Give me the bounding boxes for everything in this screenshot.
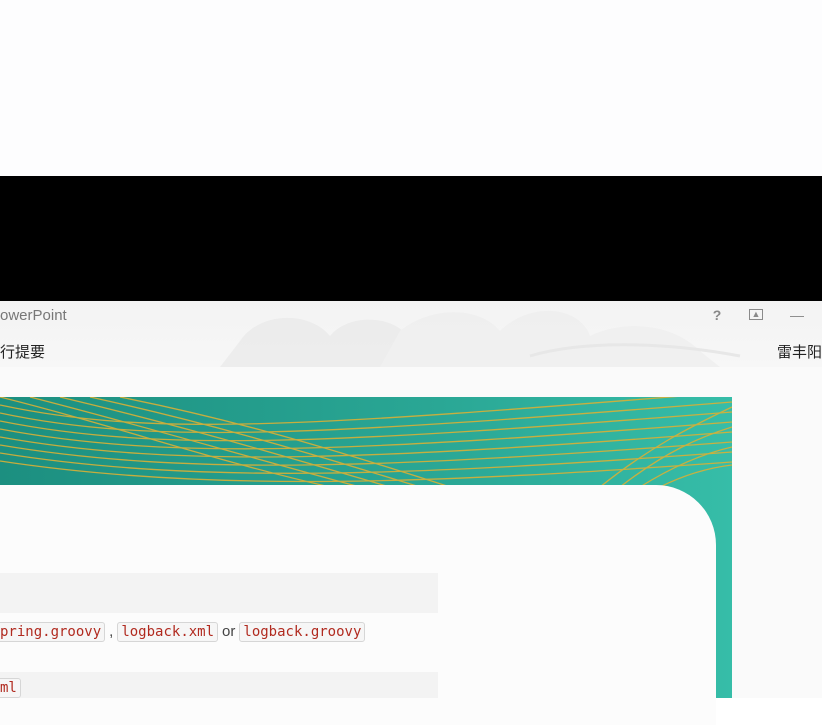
- cloud-decoration: [220, 310, 741, 367]
- code-span: logback.groovy: [239, 622, 366, 642]
- code-block-row: [0, 573, 438, 613]
- help-icon[interactable]: ?: [709, 307, 725, 323]
- signed-in-user[interactable]: 雷丰阳: [777, 341, 822, 362]
- code-span: logback.xml: [117, 622, 219, 642]
- ribbon-display-options-icon[interactable]: ▲: [749, 309, 763, 320]
- separator-text: ,: [109, 623, 114, 640]
- desktop-background: [0, 0, 822, 176]
- code-span: ml: [0, 678, 21, 698]
- ribbon-header: [0, 301, 822, 367]
- config-file-line: ml: [0, 678, 21, 698]
- minimize-icon[interactable]: —: [790, 307, 804, 323]
- redaction-band: [0, 176, 822, 301]
- code-span: pring.groovy: [0, 622, 106, 642]
- ribbon-tab-label[interactable]: 行提要: [0, 341, 45, 362]
- code-block-row: [0, 672, 438, 698]
- separator-text: or: [222, 623, 236, 640]
- slide[interactable]: pring.groovy, logback.xml or logback.groovy…: [0, 397, 732, 725]
- config-file-line: pring.groovy, logback.xml or logback.groovy: [0, 622, 366, 642]
- window-title: owerPoint: [0, 307, 67, 324]
